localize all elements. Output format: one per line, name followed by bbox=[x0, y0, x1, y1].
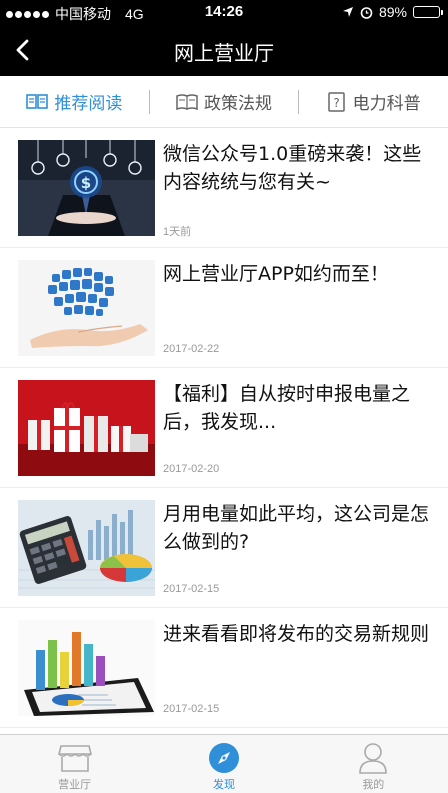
article-date: 1天前 bbox=[163, 226, 192, 238]
article-date: 2017-02-15 bbox=[163, 703, 220, 715]
svg-text:$: $ bbox=[81, 174, 91, 192]
calculator-pie-chart-image bbox=[18, 500, 155, 596]
question-book-icon: ? bbox=[327, 91, 345, 112]
article-title: 月用电量如此平均，这公司是怎么做到的? bbox=[163, 503, 430, 553]
article-title: 微信公众号1.0重磅来袭！这些内容统统与您有关~ bbox=[163, 143, 422, 193]
battery-icon bbox=[413, 6, 443, 18]
open-book-icon bbox=[26, 93, 49, 109]
article-list: $ 微信公众号1.0重磅来袭！这些内容统统与您有关~ 1天前 网上营业厅APP如… bbox=[0, 128, 448, 734]
user-icon bbox=[356, 742, 390, 774]
category-tabs: 推荐阅读 政策法规 ? 电力科普 bbox=[0, 76, 448, 128]
article-thumbnail bbox=[18, 260, 155, 356]
tabbar-label: 营业厅 bbox=[58, 778, 92, 791]
storefront-icon bbox=[57, 742, 92, 774]
tabbar-item-business-hall[interactable]: 营业厅 bbox=[0, 735, 149, 793]
compass-icon bbox=[207, 742, 241, 774]
article-item[interactable]: 月用电量如此平均，这公司是怎么做到的? 2017-02-15 bbox=[0, 488, 448, 608]
article-item[interactable]: $ 微信公众号1.0重磅来袭！这些内容统统与您有关~ 1天前 bbox=[0, 128, 448, 248]
bottom-tab-bar: 营业厅 发现 我的 bbox=[0, 734, 448, 793]
location-arrow-icon bbox=[342, 7, 353, 17]
nav-bar: 网上营业厅 bbox=[0, 24, 448, 76]
tabbar-label: 我的 bbox=[362, 778, 385, 791]
article-thumbnail: $ bbox=[18, 140, 155, 236]
status-right: 89% bbox=[342, 4, 443, 20]
lightbulb-dollar-image: $ bbox=[18, 140, 155, 236]
alarm-clock-icon bbox=[360, 6, 373, 19]
tabbar-label: 发现 bbox=[212, 778, 235, 791]
article-item[interactable]: 进来看看即将发布的交易新规则 2017-02-15 bbox=[0, 608, 448, 728]
article-date: 2017-02-15 bbox=[163, 583, 220, 595]
battery-percent: 89% bbox=[378, 4, 407, 20]
article-thumbnail bbox=[18, 380, 155, 476]
article-date: 2017-02-20 bbox=[163, 463, 220, 475]
svg-text:?: ? bbox=[333, 96, 339, 110]
gift-boxes-image bbox=[18, 380, 155, 476]
tab-label: 推荐阅读 bbox=[54, 94, 123, 114]
article-thumbnail bbox=[18, 620, 155, 716]
article-item[interactable]: 【福利】自从按时申报电量之后，我发现... 2017-02-20 bbox=[0, 368, 448, 488]
article-title: 【福利】自从按时申报电量之后，我发现... bbox=[163, 383, 411, 433]
tab-power-science[interactable]: ? 电力科普 bbox=[299, 76, 448, 127]
article-item[interactable]: 网上营业厅APP如约而至！ 2017-02-22 bbox=[0, 248, 448, 368]
status-bar: 中国移动 4G 14:26 89% bbox=[0, 0, 448, 24]
page-title: 网上营业厅 bbox=[174, 41, 274, 65]
tab-label: 政策法规 bbox=[204, 94, 272, 114]
article-title: 网上营业厅APP如约而至！ bbox=[163, 263, 389, 285]
tabbar-item-discover[interactable]: 发现 bbox=[149, 735, 298, 793]
article-thumbnail bbox=[18, 500, 155, 596]
tab-label: 电力科普 bbox=[352, 94, 421, 114]
tablet-bar-chart-image bbox=[18, 620, 155, 716]
hand-holding-icons-image bbox=[18, 260, 155, 356]
article-date: 2017-02-22 bbox=[163, 343, 220, 355]
article-title: 进来看看即将发布的交易新规则 bbox=[163, 623, 430, 645]
law-book-icon bbox=[176, 93, 198, 110]
tabbar-item-me[interactable]: 我的 bbox=[299, 735, 448, 793]
tab-policies-regulations[interactable]: 政策法规 bbox=[150, 76, 299, 127]
tab-recommended-reading[interactable]: 推荐阅读 bbox=[0, 76, 149, 127]
